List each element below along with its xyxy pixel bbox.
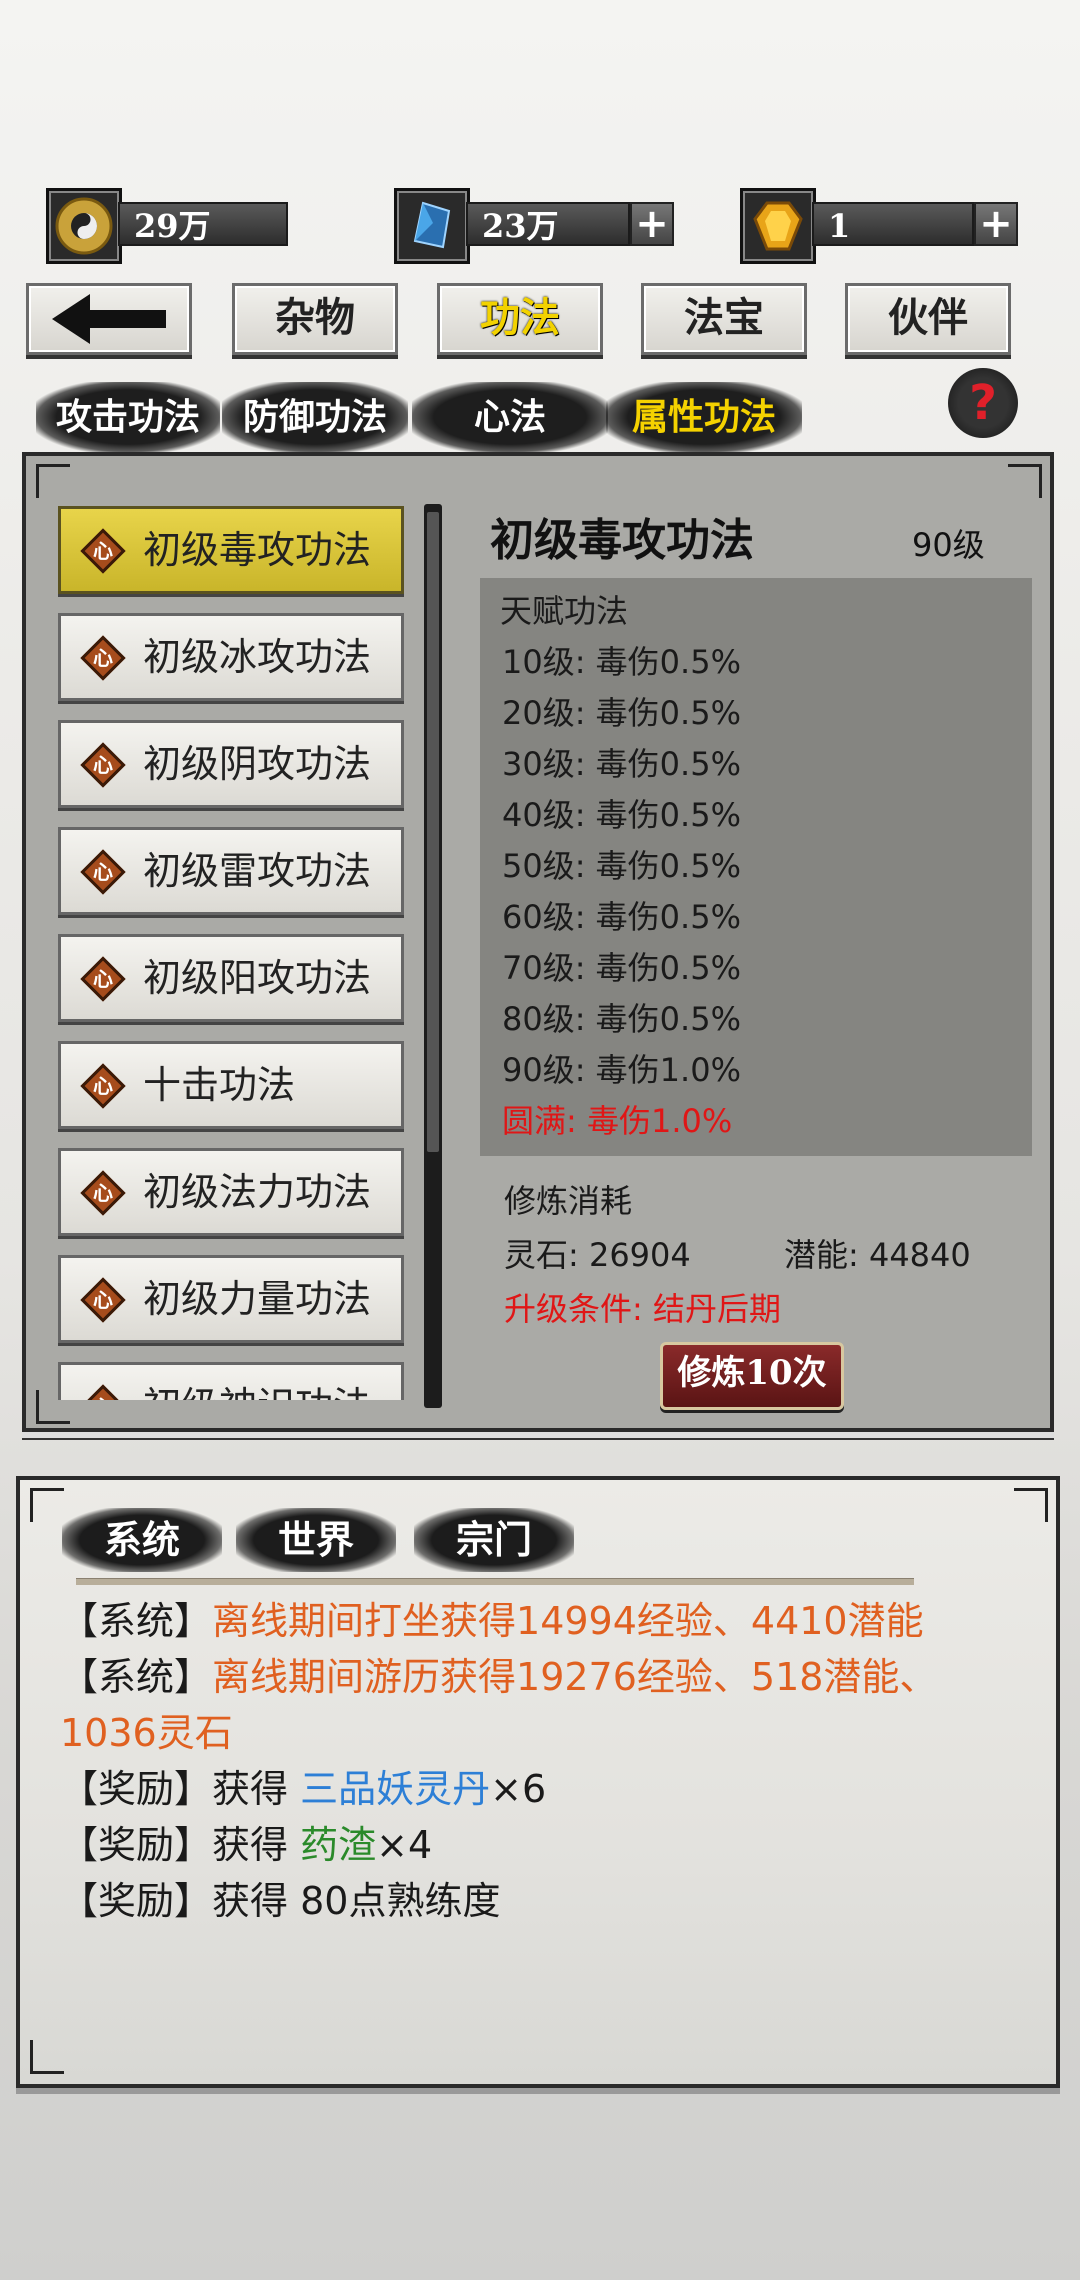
chat-text: 获得 80点熟练度 xyxy=(212,1879,501,1923)
skill-item-yin[interactable]: 心 初级阴攻功法 xyxy=(58,720,404,808)
gold-gem-icon xyxy=(740,188,816,264)
frame-corner xyxy=(1014,1488,1048,1522)
reward-item[interactable]: 三品妖灵丹 xyxy=(300,1767,490,1811)
skill-item-ten-strikes[interactable]: 心 十击功法 xyxy=(58,1041,404,1129)
chat-text: 离线期间打坐获得14994经验、4410潜能 xyxy=(212,1599,924,1643)
skill-item-label: 初级阴攻功法 xyxy=(143,742,372,786)
chat-line: 【奖励】获得 药渣×4 xyxy=(60,1814,432,1869)
add-crystal-button[interactable]: + xyxy=(630,202,674,246)
chat-tag: 【奖励】 xyxy=(60,1767,213,1811)
spirit-stone-cost: 灵石: 26904 xyxy=(504,1236,691,1274)
gem-amount: 1 xyxy=(812,202,974,246)
heart-method-icon: 心 xyxy=(80,742,126,788)
chat-tag: 【系统】 xyxy=(60,1655,213,1699)
talent-line: 10级: 毒伤0.5% xyxy=(502,643,741,681)
talent-line: 50级: 毒伤0.5% xyxy=(502,847,741,885)
chat-line: 1036灵石 xyxy=(60,1711,233,1755)
skill-title: 初级毒攻功法 xyxy=(490,515,754,566)
upgrade-condition: 升级条件: 结丹后期 xyxy=(504,1290,781,1328)
chat-line: 【系统】离线期间打坐获得14994经验、4410潜能 xyxy=(60,1590,924,1645)
talent-complete: 圆满: 毒伤1.0% xyxy=(502,1102,733,1140)
tab-skills[interactable]: 功法 xyxy=(437,283,603,355)
chat-tab-sect[interactable]: 宗门 xyxy=(414,1508,574,1572)
skill-item-label: 初级冰攻功法 xyxy=(143,635,372,679)
chat-line: 【系统】离线期间游历获得19276经验、518潜能、 xyxy=(60,1646,937,1701)
chat-tag: 【奖励】 xyxy=(60,1879,213,1923)
reward-item[interactable]: 药渣 xyxy=(300,1823,376,1867)
talent-line: 40级: 毒伤0.5% xyxy=(502,796,741,834)
chat-text: 获得 xyxy=(212,1823,301,1867)
train-10-button[interactable]: 修炼10次 xyxy=(660,1342,844,1410)
skill-list-scrollbar[interactable] xyxy=(424,504,442,1408)
back-arrow-icon xyxy=(52,294,166,344)
talent-line: 90级: 毒伤1.0% xyxy=(502,1051,741,1089)
talent-line: 30级: 毒伤0.5% xyxy=(502,745,741,783)
chat-tab-system[interactable]: 系统 xyxy=(62,1508,222,1572)
cost-header: 修炼消耗 xyxy=(504,1182,633,1220)
skill-item-poison[interactable]: 心 初级毒攻功法 xyxy=(58,506,404,594)
heart-method-icon: 心 xyxy=(80,528,126,574)
tab-sundries[interactable]: 杂物 xyxy=(232,283,398,355)
back-button[interactable] xyxy=(26,283,192,355)
skill-item-label: 初级阳攻功法 xyxy=(143,956,372,1000)
blue-crystal-icon xyxy=(394,188,470,264)
skill-item-spirit[interactable]: 心 初级神识功法 xyxy=(58,1362,404,1400)
tab-treasures[interactable]: 法宝 xyxy=(641,283,807,355)
heart-method-icon: 心 xyxy=(80,635,126,681)
heart-method-icon: 心 xyxy=(80,956,126,1002)
add-gem-button[interactable]: + xyxy=(974,202,1018,246)
talent-line: 70级: 毒伤0.5% xyxy=(502,949,741,987)
skill-item-thunder[interactable]: 心 初级雷攻功法 xyxy=(58,827,404,915)
skill-level: 90级 xyxy=(912,526,985,564)
potential-cost: 潜能: 44840 xyxy=(784,1236,971,1274)
chat-tag: 【奖励】 xyxy=(60,1823,213,1867)
reward-count: ×4 xyxy=(376,1823,433,1867)
heart-method-icon: 心 xyxy=(80,1277,126,1323)
chat-text: 离线期间游历获得19276经验、518潜能、 xyxy=(212,1655,938,1699)
coin-amount: 29万 xyxy=(118,202,288,246)
scroll-thumb[interactable] xyxy=(427,512,439,1152)
chat-tab-world[interactable]: 世界 xyxy=(236,1508,396,1572)
talent-header: 天赋功法 xyxy=(500,592,629,630)
chat-line: 【奖励】获得 三品妖灵丹×6 xyxy=(60,1758,546,1813)
chat-divider xyxy=(76,1578,914,1585)
skill-item-label: 初级力量功法 xyxy=(143,1277,372,1321)
skill-item-label: 初级毒攻功法 xyxy=(143,528,372,572)
talent-line: 60级: 毒伤0.5% xyxy=(502,898,741,936)
chat-text: 获得 xyxy=(212,1767,301,1811)
heart-method-icon: 心 xyxy=(80,1384,126,1400)
category-defense[interactable]: 防御功法 xyxy=(222,382,408,452)
skill-item-mana[interactable]: 心 初级法力功法 xyxy=(58,1148,404,1236)
frame-corner xyxy=(36,464,70,498)
crystal-amount: 23万 xyxy=(466,202,630,246)
skill-item-label: 初级法力功法 xyxy=(143,1170,372,1214)
reward-count: ×6 xyxy=(490,1767,547,1811)
heart-method-icon: 心 xyxy=(80,849,126,895)
talent-line: 80级: 毒伤0.5% xyxy=(502,1000,741,1038)
heart-method-icon: 心 xyxy=(80,1170,126,1216)
skill-item-label: 初级神识功法 xyxy=(143,1365,371,1400)
help-button[interactable]: ? xyxy=(948,368,1018,438)
chat-tag: 【系统】 xyxy=(60,1599,213,1643)
category-mind[interactable]: 心法 xyxy=(412,382,608,452)
talent-line: 20级: 毒伤0.5% xyxy=(502,694,741,732)
category-attack[interactable]: 攻击功法 xyxy=(36,382,220,452)
frame-corner xyxy=(30,2040,64,2074)
chat-line: 【奖励】获得 80点熟练度 xyxy=(60,1870,500,1925)
frame-corner xyxy=(30,1488,64,1522)
skill-list-clip: 心 初级神识功法 xyxy=(58,1362,404,1400)
heart-method-icon: 心 xyxy=(80,1063,126,1109)
skill-item-label: 初级雷攻功法 xyxy=(143,849,372,893)
category-attribute[interactable]: 属性功法 xyxy=(606,382,802,452)
tab-companions[interactable]: 伙伴 xyxy=(845,283,1011,355)
skill-item-yang[interactable]: 心 初级阳攻功法 xyxy=(58,934,404,1022)
yin-yang-icon xyxy=(46,188,122,264)
frame-corner xyxy=(1008,464,1042,498)
skill-item-label: 十击功法 xyxy=(143,1063,296,1107)
skill-item-strength[interactable]: 心 初级力量功法 xyxy=(58,1255,404,1343)
skill-item-ice[interactable]: 心 初级冰攻功法 xyxy=(58,613,404,701)
